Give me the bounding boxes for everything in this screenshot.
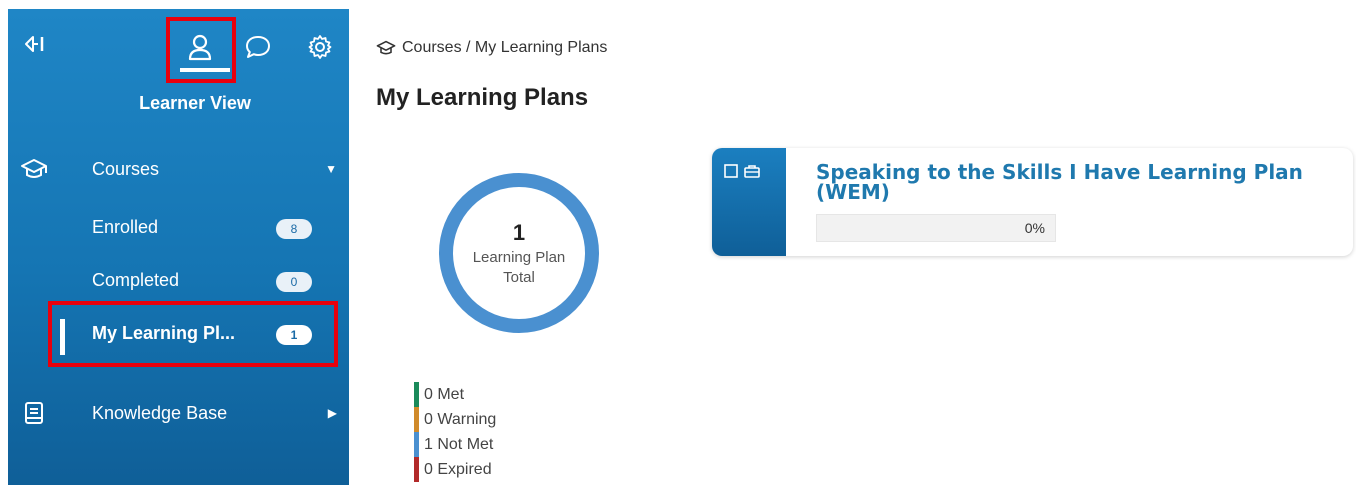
legend-swatch xyxy=(414,457,419,482)
legend-item-met: 0 Met xyxy=(414,382,496,407)
progress-bar: 0% xyxy=(816,214,1056,242)
learning-plan-label-line1: Learning Plan xyxy=(472,249,566,266)
legend-item-expired: 0 Expired xyxy=(414,457,496,482)
chat-bubble-icon xyxy=(246,36,270,58)
legend-label: 0 Met xyxy=(424,386,465,403)
sidebar-item-completed[interactable]: Completed 0 xyxy=(8,262,349,302)
sidebar-item-enrolled[interactable]: Enrolled 8 xyxy=(8,209,349,249)
sidebar-item-label: Knowledge Base xyxy=(92,402,228,423)
learning-plan-card[interactable]: Speaking to the Skills I Have Learning P… xyxy=(712,148,1353,256)
sidebar-item-label: Enrolled xyxy=(92,217,159,237)
sidebar-header: Learner View xyxy=(8,9,349,119)
highlight-box xyxy=(48,301,338,367)
graduation-cap-icon xyxy=(20,155,48,183)
status-legend: 0 Met 0 Warning 1 Not Met 0 Expired xyxy=(414,382,496,482)
progress-label: 0% xyxy=(1024,220,1045,236)
book-icon xyxy=(20,399,48,427)
count-badge: 0 xyxy=(276,272,312,292)
highlight-box xyxy=(166,17,236,83)
legend-swatch xyxy=(414,407,419,432)
breadcrumb-text[interactable]: Courses / My Learning Plans xyxy=(402,39,607,57)
learner-view-label: Learner View xyxy=(139,93,251,113)
legend-swatch xyxy=(414,382,419,407)
legend-item-warning: 0 Warning xyxy=(414,407,496,432)
count-badge: 8 xyxy=(276,219,312,239)
legend-item-not-met: 1 Not Met xyxy=(414,432,496,457)
legend-label: 1 Not Met xyxy=(424,436,494,453)
gear-icon xyxy=(308,35,332,59)
learning-plan-label-line2: Total xyxy=(503,269,535,286)
learning-plan-count: 1 xyxy=(512,220,526,245)
briefcase-icon xyxy=(744,165,760,178)
sidebar: Learner View Courses ▼ Enrolled 8 Comple… xyxy=(8,9,349,485)
page-title: My Learning Plans xyxy=(376,84,589,111)
card-side-panel xyxy=(712,148,786,256)
breadcrumb: Courses / My Learning Plans xyxy=(376,39,607,57)
legend-label: 0 Expired xyxy=(424,461,492,478)
checkbox-icon[interactable] xyxy=(724,164,738,178)
chevron-down-icon: ▼ xyxy=(325,162,337,176)
sidebar-item-knowledge-base[interactable]: Knowledge Base ▶ xyxy=(8,391,349,435)
graduation-cap-icon xyxy=(376,40,396,56)
legend-label: 0 Warning xyxy=(424,411,497,428)
chevron-right-icon: ▶ xyxy=(327,406,337,420)
learning-plan-title-link[interactable]: Speaking to the Skills I Have Learning P… xyxy=(816,162,1336,202)
legend-swatch xyxy=(414,432,419,457)
learning-plan-label: Learning Plan Total xyxy=(434,248,604,288)
chat-tab[interactable] xyxy=(240,27,276,67)
collapse-sidebar-icon[interactable] xyxy=(22,33,46,55)
sidebar-item-label: Courses xyxy=(92,158,160,179)
settings-tab[interactable] xyxy=(302,27,338,67)
sidebar-item-label: Completed xyxy=(92,270,180,290)
sidebar-item-courses[interactable]: Courses ▼ xyxy=(8,147,349,191)
donut-center: 1 Learning Plan Total xyxy=(434,220,604,288)
card-icons xyxy=(724,164,760,178)
